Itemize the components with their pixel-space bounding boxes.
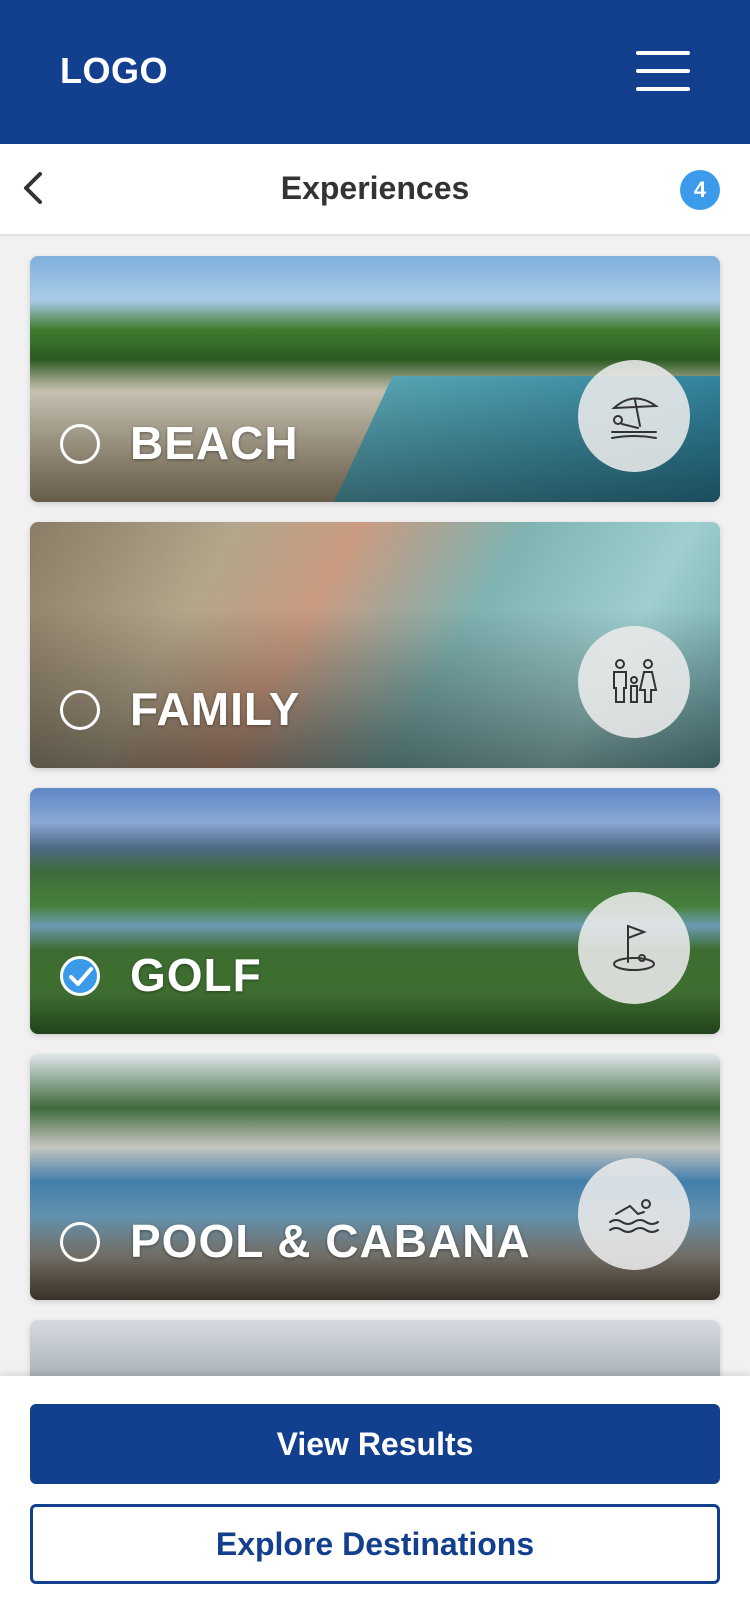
selected-count-badge: 4 [680,170,720,210]
logo[interactable]: LOGO [60,50,168,92]
radio-button[interactable] [60,424,100,464]
view-results-button[interactable]: View Results [30,1404,720,1484]
radio-button[interactable] [60,1222,100,1262]
radio-button[interactable] [60,690,100,730]
experience-card-golf[interactable]: GOLF [30,788,720,1034]
experience-card-partial[interactable] [30,1320,720,1376]
mountain-image [30,1320,720,1376]
swimmer-icon [578,1158,690,1270]
experience-card-beach[interactable]: BEACH [30,256,720,502]
experience-label: GOLF [130,949,262,1001]
radio-button-checked[interactable] [60,956,100,996]
experience-list[interactable]: BEACH FAMILY GOLF POOL & CABANA [0,238,750,1376]
family-icon [578,626,690,738]
explore-destinations-button[interactable]: Explore Destinations [30,1504,720,1584]
hamburger-menu-icon[interactable] [636,50,692,92]
page-header: Experiences 4 [0,144,750,236]
beach-umbrella-icon [578,360,690,472]
page-title: Experiences [280,170,470,206]
experience-card-pool-cabana[interactable]: POOL & CABANA [30,1054,720,1300]
golf-flag-icon [578,892,690,1004]
experience-label: FAMILY [130,683,301,735]
experience-card-family[interactable]: FAMILY [30,522,720,768]
experience-label: BEACH [130,417,299,469]
top-app-bar: LOGO [0,0,750,144]
experience-label: POOL & CABANA [130,1215,531,1267]
action-footer: View Results Explore Destinations [0,1376,750,1624]
